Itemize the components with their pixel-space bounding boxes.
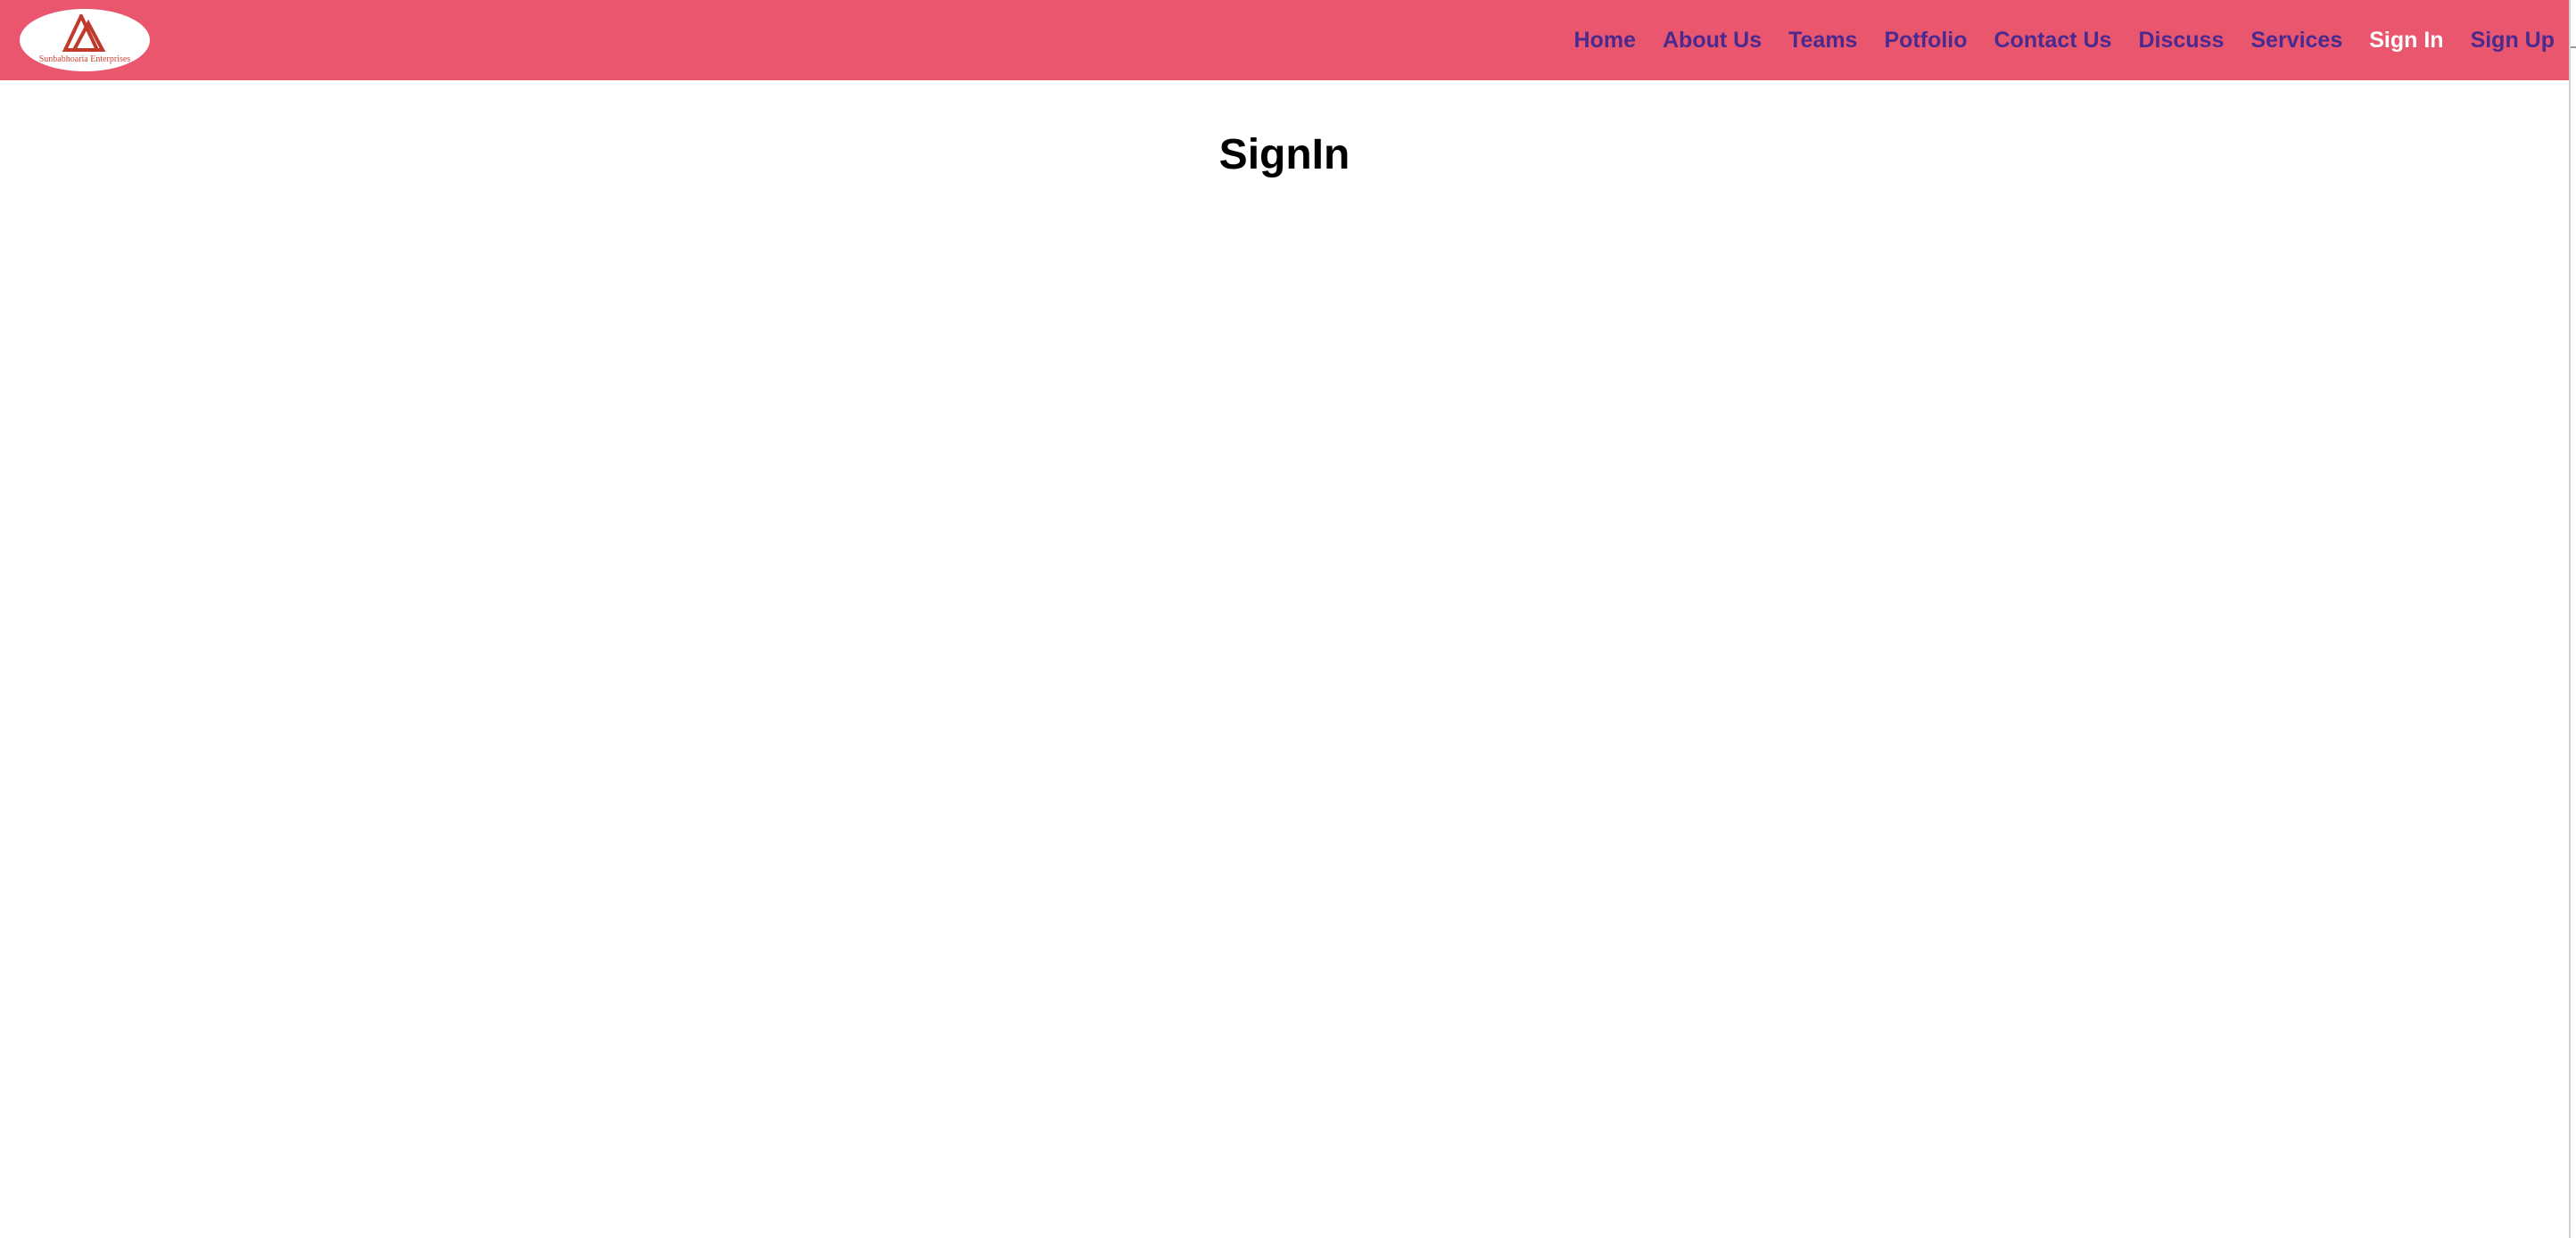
navbar: Sunbabhoaria Enterprises Home About Us T…: [0, 0, 2569, 80]
logo-text: Sunbabhoaria Enterprises: [38, 54, 131, 64]
nav-link-about-us[interactable]: About Us: [1663, 28, 1762, 54]
nav-link-home[interactable]: Home: [1574, 28, 1636, 54]
nav-link-sign-in[interactable]: Sign In: [2369, 28, 2443, 54]
nav-link-discuss[interactable]: Discuss: [2138, 28, 2224, 54]
nav-link-sign-up[interactable]: Sign Up: [2471, 28, 2555, 54]
scrollbar[interactable]: [2569, 0, 2576, 1238]
page-title: SignIn: [1218, 131, 1350, 178]
nav-link-contact-us[interactable]: Contact Us: [1994, 28, 2112, 54]
page: Sunbabhoaria Enterprises Home About Us T…: [0, 0, 2576, 1238]
triangle-logo-icon: [62, 14, 106, 52]
nav-links: Home About Us Teams Potfolio Contact Us …: [1548, 0, 2555, 80]
brand-logo[interactable]: Sunbabhoaria Enterprises: [20, 9, 150, 71]
nav-link-teams[interactable]: Teams: [1788, 28, 1857, 54]
nav-link-services[interactable]: Services: [2250, 28, 2342, 54]
nav-link-potfolio[interactable]: Potfolio: [1884, 28, 1967, 54]
scrollbar-marker: [2571, 46, 2576, 48]
